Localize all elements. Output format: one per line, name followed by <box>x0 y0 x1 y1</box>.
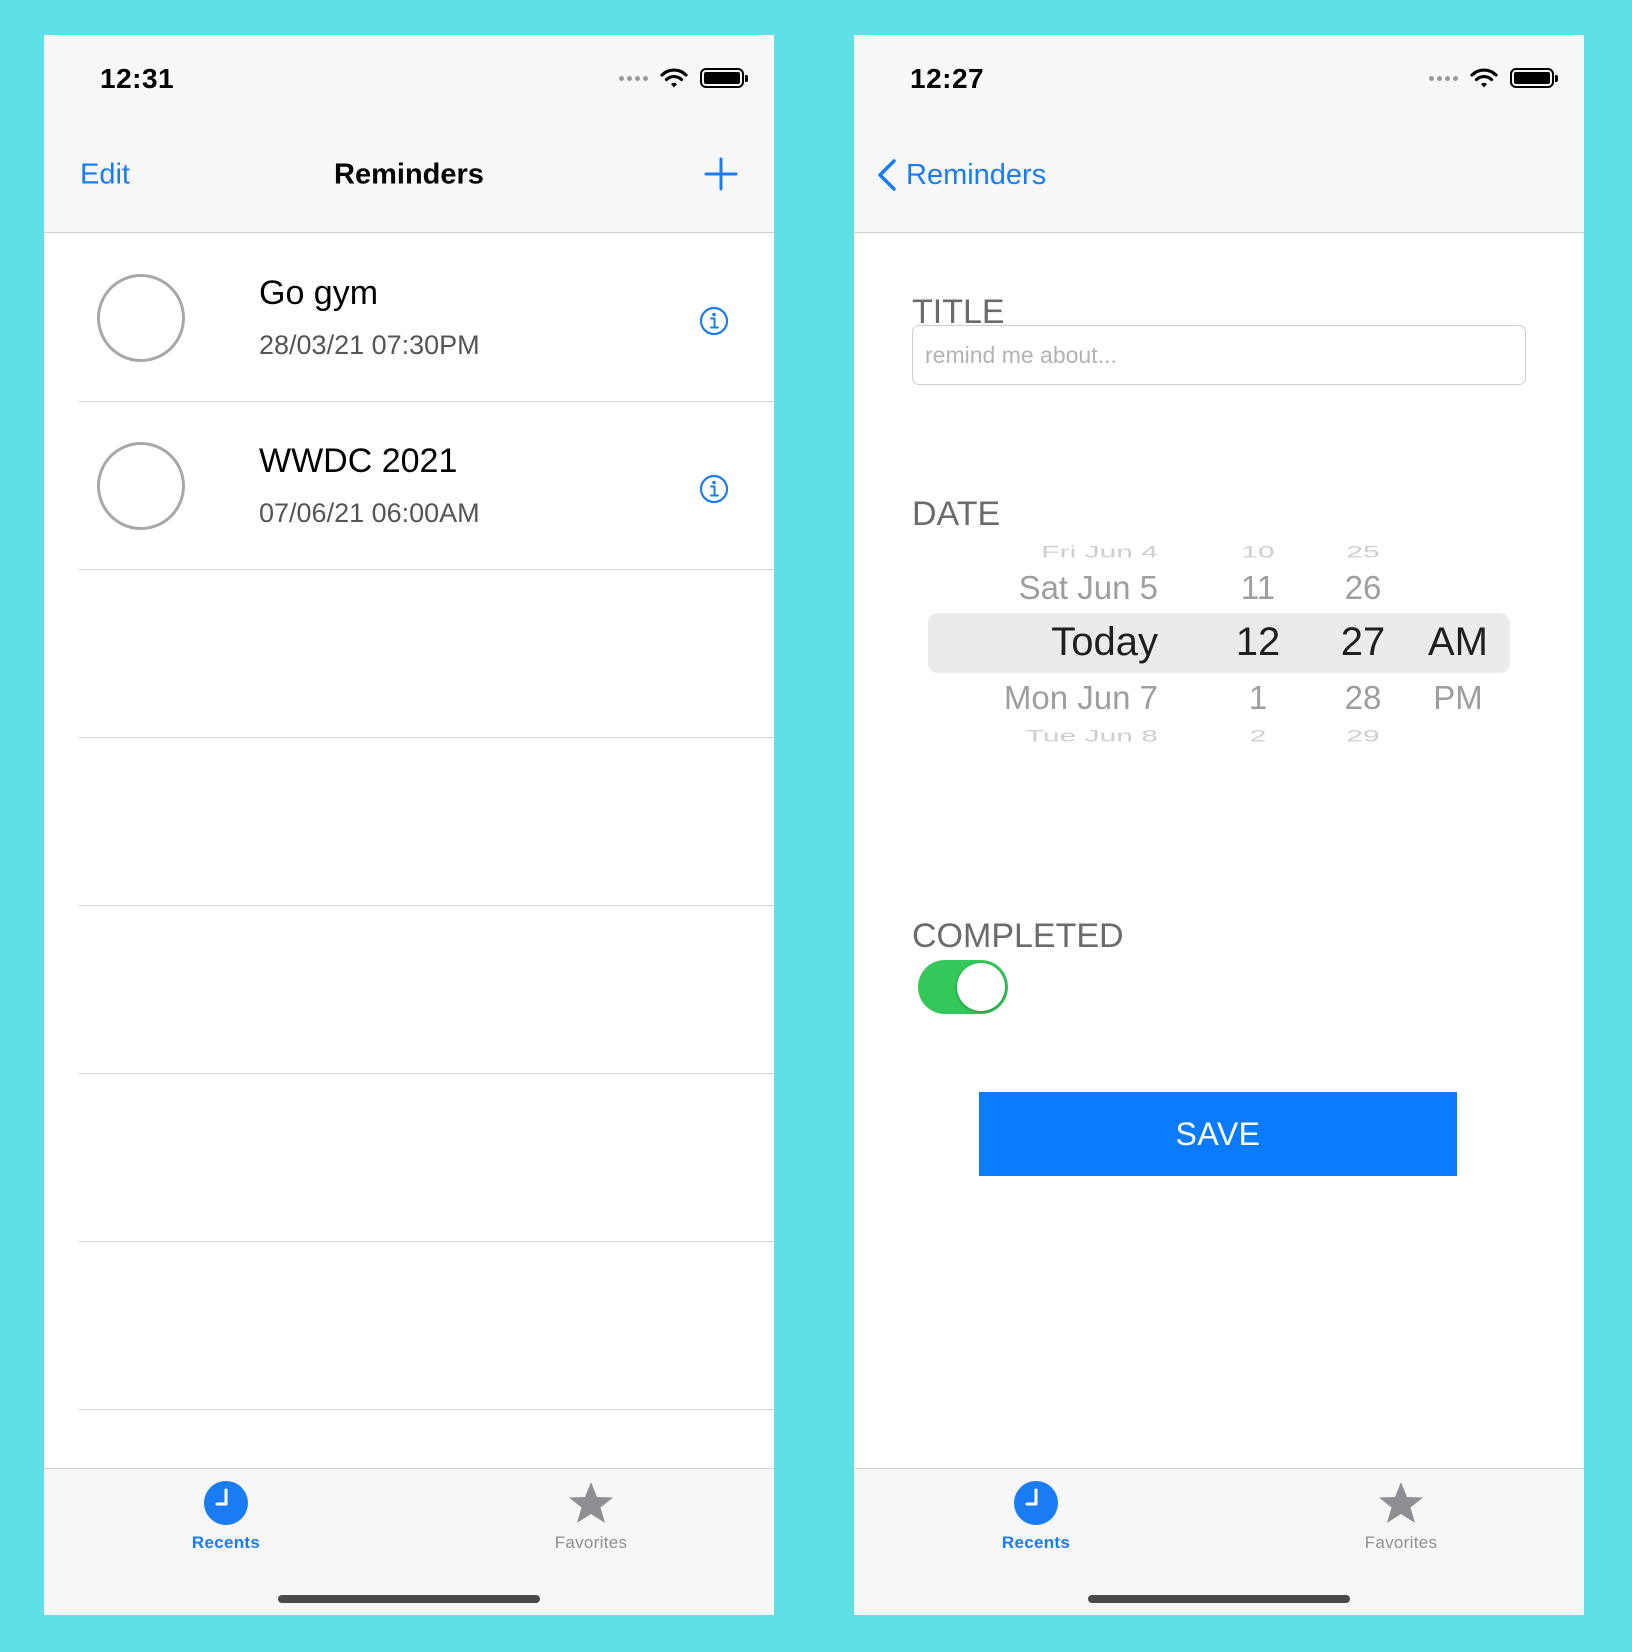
picker-row[interactable]: Fri Jun 4 10 25 <box>928 543 1510 561</box>
wifi-icon <box>1470 68 1498 88</box>
status-bar: 12:27 <box>854 35 1584 127</box>
home-indicator[interactable] <box>278 1595 540 1603</box>
info-icon[interactable] <box>699 306 729 336</box>
reminders-list-screen: 12:31 Edit Reminders Go gym 28/03/21 07:… <box>44 35 774 1615</box>
tab-favorites-label: Favorites <box>554 1533 628 1552</box>
picker-date: Tue Jun 8 <box>1025 727 1158 746</box>
picker-date: Sat Jun 5 <box>1018 569 1158 606</box>
picker-row[interactable]: Tue Jun 8 2 29 <box>928 727 1510 745</box>
picker-row[interactable]: Mon Jun 7 1 28 PM <box>928 679 1510 719</box>
status-icons <box>1429 67 1558 89</box>
status-time: 12:27 <box>910 63 985 94</box>
empty-row <box>79 1074 774 1242</box>
reminder-title: Go gym <box>259 274 379 312</box>
tab-recents[interactable]: Recents <box>976 1479 1096 1553</box>
picker-minute: 29 <box>1346 727 1380 746</box>
reminders-list: Go gym 28/03/21 07:30PM WWDC 2021 07/06/… <box>44 234 774 1410</box>
picker-hour: 2 <box>1249 727 1267 746</box>
picker-hour: 10 <box>1241 543 1275 562</box>
completed-section-label: COMPLETED <box>912 917 1124 955</box>
star-icon <box>1379 1482 1423 1523</box>
status-bar: 12:31 <box>44 35 774 127</box>
tab-favorites[interactable]: Favorites <box>531 1479 651 1553</box>
picker-row-selected[interactable]: Today 12 27 AM <box>928 620 1510 664</box>
empty-row <box>79 1242 774 1410</box>
tab-recents[interactable]: Recents <box>166 1479 286 1553</box>
picker-ampm: AM <box>1428 620 1488 664</box>
clock-icon <box>204 1481 248 1525</box>
picker-ampm: PM <box>1433 679 1483 716</box>
star-icon <box>569 1482 613 1523</box>
completed-toggle[interactable] <box>918 960 1008 1014</box>
date-section-label: DATE <box>912 495 1001 533</box>
chevron-left-icon <box>878 159 896 191</box>
back-button-label: Reminders <box>906 158 1047 191</box>
picker-hour: 11 <box>1240 569 1276 606</box>
signal-icon <box>1429 75 1458 81</box>
completion-circle-icon[interactable] <box>97 274 185 362</box>
reminder-title: WWDC 2021 <box>259 442 458 480</box>
tab-bar: Recents Favorites <box>44 1468 774 1615</box>
title-input[interactable] <box>912 325 1526 385</box>
picker-minute: 25 <box>1346 543 1380 562</box>
picker-date: Today <box>1051 620 1158 664</box>
picker-hour: 12 <box>1235 620 1281 664</box>
completion-circle-icon[interactable] <box>97 442 185 530</box>
picker-minute: 26 <box>1344 569 1382 606</box>
back-button[interactable]: Reminders <box>876 158 1046 192</box>
reminder-detail-screen: 12:27 Reminders TITLE DATE Fri Jun 4 10 … <box>854 35 1584 1615</box>
home-indicator[interactable] <box>1088 1595 1350 1603</box>
date-picker[interactable]: Fri Jun 4 10 25 Sat Jun 5 11 26 Today 12… <box>928 535 1510 785</box>
tab-bar: Recents Favorites <box>854 1468 1584 1615</box>
save-button[interactable]: SAVE <box>979 1092 1457 1176</box>
picker-date: Mon Jun 7 <box>1003 679 1158 716</box>
tab-recents-label: Recents <box>1001 1533 1071 1552</box>
picker-minute: 28 <box>1344 679 1382 716</box>
plus-icon[interactable] <box>702 155 740 193</box>
reminder-datetime: 07/06/21 06:00AM <box>259 498 480 528</box>
list-item[interactable]: WWDC 2021 07/06/21 06:00AM <box>79 402 774 570</box>
status-icons <box>619 67 748 89</box>
navigation-bar: Edit Reminders <box>44 127 774 233</box>
empty-row <box>79 738 774 906</box>
status-time: 12:31 <box>100 63 175 94</box>
tab-recents-label: Recents <box>191 1533 261 1552</box>
reminder-datetime: 28/03/21 07:30PM <box>259 330 480 360</box>
tab-favorites-label: Favorites <box>1364 1533 1438 1552</box>
empty-row <box>79 570 774 738</box>
toggle-knob <box>957 963 1005 1011</box>
clock-icon <box>1014 1481 1058 1525</box>
navigation-bar: Reminders <box>854 127 1584 233</box>
tab-favorites[interactable]: Favorites <box>1341 1479 1461 1553</box>
picker-minute: 27 <box>1340 620 1386 664</box>
battery-icon <box>1510 68 1558 88</box>
signal-icon <box>619 75 648 81</box>
list-item[interactable]: Go gym 28/03/21 07:30PM <box>79 234 774 402</box>
battery-icon <box>700 68 748 88</box>
wifi-icon <box>660 68 688 88</box>
picker-date: Fri Jun 4 <box>1041 543 1158 562</box>
empty-row <box>79 906 774 1074</box>
info-icon[interactable] <box>699 474 729 504</box>
picker-hour: 1 <box>1248 679 1268 716</box>
page-title: Reminders <box>334 158 484 191</box>
picker-row[interactable]: Sat Jun 5 11 26 <box>928 569 1510 609</box>
